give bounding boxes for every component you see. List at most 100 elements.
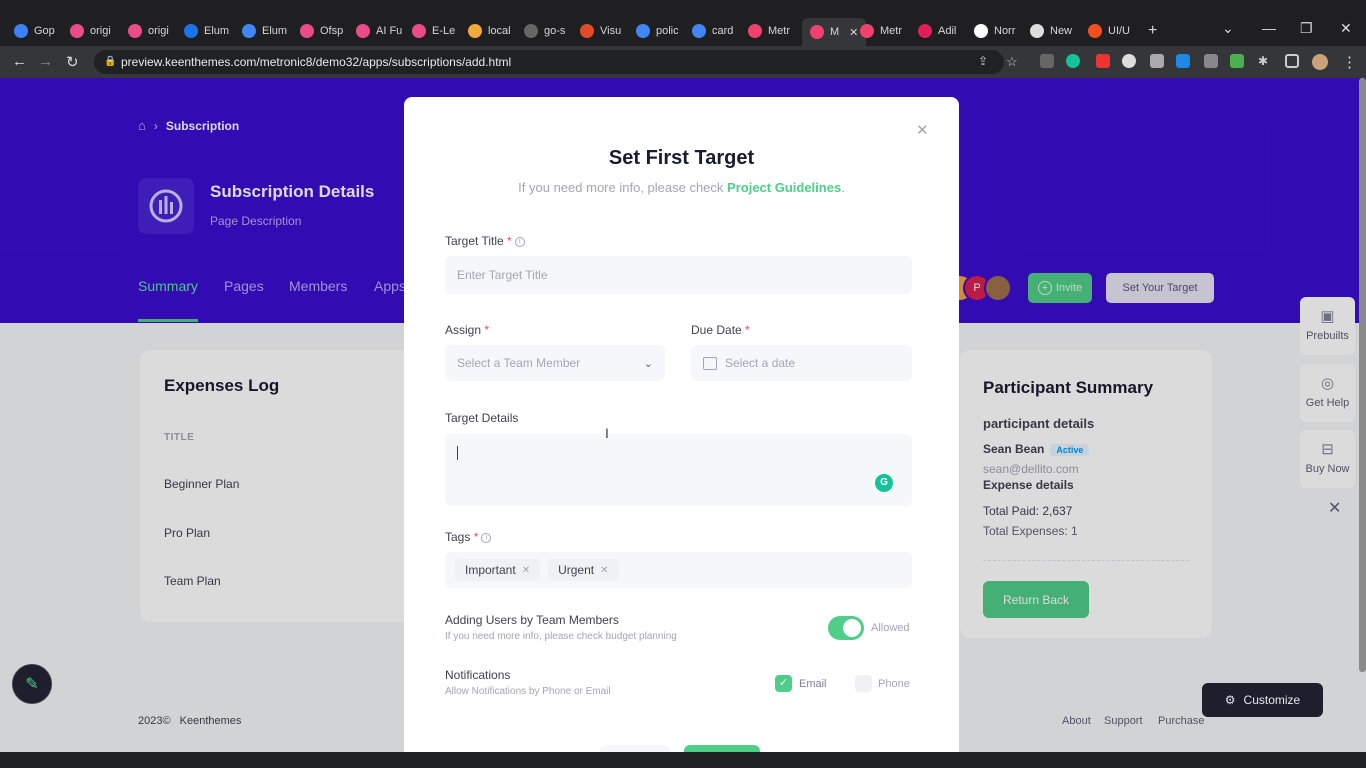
tab-favicon-icon xyxy=(356,24,370,38)
tags-input[interactable]: Important ✕ Urgent ✕ xyxy=(445,552,912,588)
maximize-icon[interactable]: ❐ xyxy=(1300,20,1313,37)
puzzle-icon[interactable]: ✱ xyxy=(1258,54,1272,68)
extension-icon[interactable] xyxy=(1230,54,1244,68)
browser-tab[interactable]: card xyxy=(692,20,733,42)
browser-tab[interactable]: origi xyxy=(128,20,169,42)
grammarly-extension-icon[interactable] xyxy=(1066,54,1080,68)
modal-title: Set First Target xyxy=(608,147,755,169)
adding-users-label: Adding Users by Team Members xyxy=(445,613,619,627)
tab-title: origi xyxy=(148,25,169,37)
remove-tag-icon[interactable]: ✕ xyxy=(600,565,608,576)
browser-menu-icon[interactable]: ⋮ xyxy=(1342,53,1357,71)
phone-checkbox[interactable] xyxy=(855,675,872,692)
allowed-toggle[interactable] xyxy=(828,616,864,640)
new-tab-button[interactable]: + xyxy=(1148,20,1157,42)
tab-favicon-icon xyxy=(810,25,824,39)
remove-tag-icon[interactable]: ✕ xyxy=(522,565,530,576)
os-taskbar-strip xyxy=(0,752,1366,768)
browser-tab[interactable]: Metr xyxy=(748,20,790,42)
browser-tab[interactable]: Adil xyxy=(918,20,956,42)
tab-title: New xyxy=(1050,25,1073,37)
forward-icon[interactable]: → xyxy=(38,53,53,70)
tab-title: M xyxy=(830,26,840,38)
camera-extension-icon[interactable] xyxy=(1150,54,1164,68)
tag-chip[interactable]: Urgent ✕ xyxy=(548,559,619,581)
browser-tab-bar: Gop origi origi Elum Elum Ofsp AI Fu E-Le local g… xyxy=(0,0,1366,46)
browser-tab[interactable]: UI/U xyxy=(1088,20,1130,42)
tab-favicon-icon xyxy=(300,24,314,38)
browser-tab[interactable]: Ofsp xyxy=(300,20,343,42)
tab-search-icon[interactable]: ⌄ xyxy=(1222,20,1234,37)
browser-tab[interactable]: M ✕ xyxy=(802,18,867,46)
reload-icon[interactable]: ↻ xyxy=(66,53,79,71)
target-title-input[interactable]: Enter Target Title xyxy=(445,256,912,294)
assign-select[interactable]: Select a Team Member ⌄ xyxy=(445,345,665,381)
email-label: Email xyxy=(799,678,827,690)
extension-icon[interactable] xyxy=(1122,54,1136,68)
email-checkbox[interactable]: ✓ xyxy=(775,675,792,692)
tab-favicon-icon xyxy=(70,24,84,38)
extension-icon[interactable] xyxy=(1176,54,1190,68)
due-date-input[interactable]: Select a date xyxy=(691,345,912,381)
target-details-label: Target Details xyxy=(445,411,519,425)
lock-icon: 🔒 xyxy=(104,56,117,67)
extension-icon[interactable] xyxy=(1204,54,1218,68)
required-marker: * xyxy=(745,323,750,337)
browser-tab[interactable]: New xyxy=(1030,20,1072,42)
tab-title: Metr xyxy=(768,25,790,37)
page-scrollbar[interactable] xyxy=(1359,78,1366,672)
minimize-icon[interactable]: — xyxy=(1262,20,1276,36)
browser-tab[interactable]: Elum xyxy=(242,20,287,42)
url-text: preview.keenthemes.com/metronic8/demo32/… xyxy=(121,55,512,69)
close-window-icon[interactable]: ✕ xyxy=(1340,20,1352,37)
edit-button[interactable]: ✎ xyxy=(12,664,52,704)
browser-tab[interactable]: origi xyxy=(70,20,111,42)
due-date-label: Due Date * xyxy=(691,323,750,337)
browser-tab[interactable]: go-s xyxy=(524,20,565,42)
url-field[interactable]: 🔒 preview.keenthemes.com/metronic8/demo3… xyxy=(94,50,1004,74)
info-icon[interactable]: i xyxy=(514,236,525,247)
browser-tab[interactable]: polic xyxy=(636,20,679,42)
tag-chip[interactable]: Important ✕ xyxy=(455,559,541,581)
browser-tab[interactable]: Gop xyxy=(14,20,55,42)
project-guidelines-link[interactable]: Project Guidelines xyxy=(727,180,841,195)
profile-avatar[interactable] xyxy=(1312,54,1328,70)
extension-icon[interactable] xyxy=(1040,54,1054,68)
calendar-icon xyxy=(703,356,717,370)
tab-title: card xyxy=(712,25,734,37)
bookmark-star-icon[interactable]: ☆ xyxy=(1006,54,1020,69)
tab-favicon-icon xyxy=(974,24,988,38)
browser-tab[interactable]: Norr xyxy=(974,20,1015,42)
tab-favicon-icon xyxy=(524,24,538,38)
back-icon[interactable]: ← xyxy=(12,53,27,70)
browser-address-bar: ← → ↻ 🔒 preview.keenthemes.com/metronic8… xyxy=(0,46,1366,78)
tab-title: UI/U xyxy=(1108,25,1130,37)
browser-tab[interactable]: local xyxy=(468,20,511,42)
sidebar-icon[interactable] xyxy=(1285,54,1299,68)
subtitle-text: If you need more info, please check xyxy=(518,180,728,195)
tab-title: Norr xyxy=(994,25,1016,37)
tab-favicon-icon xyxy=(128,24,142,38)
tab-favicon-icon xyxy=(412,24,426,38)
chevron-down-icon: ⌄ xyxy=(643,357,653,370)
text-cursor-icon: I xyxy=(605,425,609,441)
tab-favicon-icon xyxy=(636,24,650,38)
browser-tab[interactable]: E-Le xyxy=(412,20,455,42)
target-title-label: Target Title * i xyxy=(445,234,525,248)
info-icon[interactable]: i xyxy=(481,532,492,543)
tab-favicon-icon xyxy=(468,24,482,38)
customize-button[interactable]: ⚙ Customize xyxy=(1202,683,1323,717)
grammarly-icon[interactable]: G xyxy=(875,474,893,492)
share-icon[interactable]: ⇪ xyxy=(978,54,992,68)
browser-tab[interactable]: Metr xyxy=(860,20,902,42)
tag-label: Important xyxy=(465,563,516,577)
notifications-label: Notifications xyxy=(445,668,511,682)
browser-tab[interactable]: Visu xyxy=(580,20,621,42)
extension-icon[interactable] xyxy=(1096,54,1110,68)
close-tab-icon[interactable]: ✕ xyxy=(849,26,858,39)
tags-label-text: Tags xyxy=(445,530,471,544)
browser-tab[interactable]: Elum xyxy=(184,20,229,42)
close-icon[interactable]: ✕ xyxy=(916,121,929,139)
browser-tab[interactable]: AI Fu xyxy=(356,20,402,42)
target-details-textarea[interactable]: G xyxy=(445,434,912,506)
